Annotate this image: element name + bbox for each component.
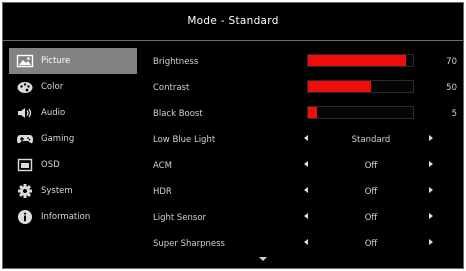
sidebar-item-label: Color: [41, 82, 64, 92]
osd-icon: [17, 158, 33, 172]
picture-settings: Brightness 70 Contrast 50 Black Boost 5 …: [153, 48, 461, 256]
mode-title: Mode - Standard: [187, 15, 279, 27]
setting-label: HDR: [153, 187, 172, 197]
arrow-right-icon[interactable]: [429, 135, 433, 141]
arrow-left-icon[interactable]: [304, 135, 308, 141]
sidebar-item-osd[interactable]: OSD: [9, 152, 137, 178]
arrow-left-icon[interactable]: [304, 161, 308, 167]
setting-label: ACM: [153, 161, 172, 171]
gear-icon: [18, 184, 32, 198]
setting-label: Black Boost: [153, 109, 203, 119]
brightness-slider-fill: [308, 55, 406, 66]
setting-label: Brightness: [153, 57, 199, 67]
sidebar-item-label: OSD: [41, 160, 60, 170]
setting-label: Super Sharpness: [153, 239, 225, 249]
sidebar-item-label: Audio: [41, 108, 66, 118]
arrow-right-icon[interactable]: [429, 187, 433, 193]
brightness-slider[interactable]: [307, 54, 414, 67]
sidebar-item-label: Picture: [41, 56, 71, 66]
osd-menu: Mode - Standard Picture Color Audio Gami…: [2, 2, 464, 269]
gamepad-icon: [17, 135, 33, 144]
arrow-right-icon[interactable]: [429, 161, 433, 167]
info-icon: [18, 210, 32, 224]
sidebar-item-system[interactable]: System: [9, 178, 137, 204]
brightness-value: 70: [446, 57, 457, 67]
hdr-row[interactable]: HDR Off: [153, 178, 461, 204]
arrow-left-icon[interactable]: [304, 187, 308, 193]
chevron-down-icon[interactable]: [259, 257, 267, 261]
black-boost-value: 5: [451, 109, 457, 119]
super-sharpness-row[interactable]: Super Sharpness Off: [153, 230, 461, 256]
sidebar-item-picture[interactable]: Picture: [9, 48, 137, 74]
sidebar-item-audio[interactable]: Audio: [9, 100, 137, 126]
sidebar-item-color[interactable]: Color: [9, 74, 137, 100]
speaker-icon: [18, 108, 32, 118]
arrow-right-icon[interactable]: [429, 213, 433, 219]
arrow-left-icon[interactable]: [304, 213, 308, 219]
osd-header: Mode - Standard: [3, 3, 463, 41]
contrast-slider-fill: [308, 81, 371, 92]
contrast-value: 50: [446, 83, 457, 93]
light-sensor-row[interactable]: Light Sensor Off: [153, 204, 461, 230]
light-sensor-value: Off: [364, 213, 378, 223]
black-boost-row[interactable]: Black Boost 5: [153, 100, 461, 126]
hdr-value: Off: [364, 187, 378, 197]
brightness-row[interactable]: Brightness 70: [153, 48, 461, 74]
setting-label: Light Sensor: [153, 213, 207, 223]
picture-icon: [16, 54, 34, 68]
acm-row[interactable]: ACM Off: [153, 152, 461, 178]
sidebar-item-label: System: [41, 186, 73, 196]
arrow-left-icon[interactable]: [304, 239, 308, 245]
black-boost-slider[interactable]: [307, 106, 414, 119]
sidebar-item-label: Gaming: [41, 134, 75, 144]
contrast-row[interactable]: Contrast 50: [153, 74, 461, 100]
sidebar-item-label: Information: [41, 212, 91, 222]
palette-icon: [17, 82, 33, 93]
black-boost-slider-fill: [308, 107, 318, 118]
low-blue-light-value: Standard: [351, 135, 391, 145]
osd-sidebar: Picture Color Audio Gaming OSD System In…: [9, 48, 137, 230]
sidebar-item-information[interactable]: Information: [9, 204, 137, 230]
contrast-slider[interactable]: [307, 80, 414, 93]
acm-value: Off: [364, 161, 378, 171]
arrow-right-icon[interactable]: [429, 239, 433, 245]
sidebar-item-gaming[interactable]: Gaming: [9, 126, 137, 152]
super-sharpness-value: Off: [364, 239, 378, 249]
setting-label: Low Blue Light: [153, 135, 216, 145]
setting-label: Contrast: [153, 83, 190, 93]
low-blue-light-row[interactable]: Low Blue Light Standard: [153, 126, 461, 152]
